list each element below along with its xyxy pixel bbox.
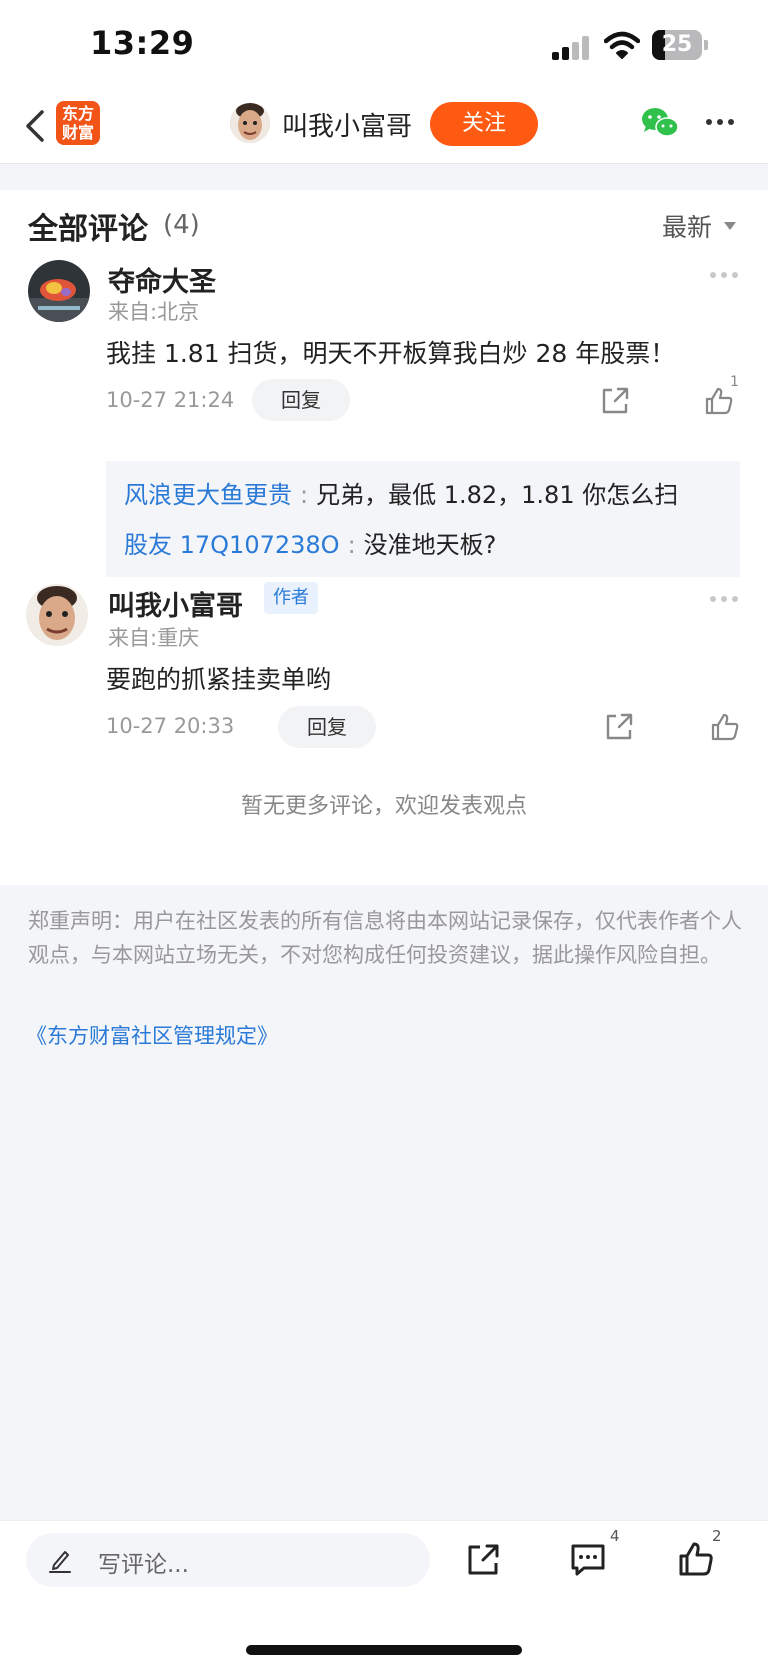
comments-count: (4)	[163, 210, 200, 240]
like-icon[interactable]	[704, 386, 734, 416]
reply-item: 风浪更大鱼更贵: 兄弟，最低 1.82，1.81 你怎么扫	[124, 475, 678, 510]
comment-time: 10-27 20:33	[106, 714, 235, 738]
comment-placeholder: 写评论...	[98, 1552, 189, 1578]
comment-location: 来自:重庆	[108, 626, 200, 650]
comment-text: 我挂 1.81 扫货，明天不开板算我白炒 28 年股票！	[106, 339, 676, 368]
status-bar: 13:29 25	[0, 0, 768, 88]
like-icon[interactable]	[710, 712, 740, 742]
avatar[interactable]	[230, 103, 270, 143]
avatar-face-icon	[230, 103, 270, 143]
like-icon[interactable]	[678, 1541, 714, 1577]
like-count: 1	[730, 374, 739, 390]
reply-item: 股友 17Q107238O: 没准地天板?	[124, 525, 496, 560]
reply-button[interactable]: 回复	[252, 379, 350, 421]
avatar-image-icon	[28, 260, 90, 322]
logo-text-1: 东方	[61, 104, 94, 123]
reply-username[interactable]: 风浪更大鱼更贵	[124, 481, 292, 509]
logo-text-2: 财富	[61, 123, 94, 142]
battery-level: 25	[661, 32, 693, 57]
battery-icon: 25	[652, 30, 708, 60]
chevron-down-icon[interactable]	[724, 222, 736, 230]
follow-button[interactable]: 关注	[430, 102, 538, 146]
share-icon[interactable]	[604, 712, 634, 742]
reply-username[interactable]: 股友 17Q107238O	[124, 531, 340, 559]
comments-panel: 全部评论 (4) 最新 夺命大圣 来自:北京 我挂 1.81 扫货，明天不开板算…	[0, 190, 768, 885]
pencil-icon	[49, 1551, 71, 1573]
replies-box[interactable]: 风浪更大鱼更贵: 兄弟，最低 1.82，1.81 你怎么扫 股友 17Q10723…	[106, 461, 740, 577]
nav-username[interactable]: 叫我小富哥	[282, 106, 412, 143]
more-icon[interactable]	[706, 119, 736, 127]
avatar[interactable]	[28, 260, 90, 322]
comment-username[interactable]: 夺命大圣	[108, 260, 216, 299]
home-indicator[interactable]	[246, 1645, 522, 1655]
comment-username[interactable]: 叫我小富哥	[108, 584, 243, 623]
avatar[interactable]	[26, 584, 88, 646]
share-icon[interactable]	[466, 1543, 500, 1577]
like-count: 2	[712, 1527, 722, 1545]
comment-input[interactable]: 写评论...	[26, 1533, 430, 1587]
signal-icon	[552, 36, 592, 60]
comments-title: 全部评论	[28, 212, 148, 247]
bottom-bar: 写评论... 4 2	[0, 1520, 768, 1662]
no-more-comments: 暂无更多评论，欢迎发表观点	[240, 794, 527, 819]
disclaimer-text: 郑重声明：用户在社区发表的所有信息将由本网站记录保存，仅代表作者个人观点，与本网…	[28, 909, 742, 967]
logo-icon[interactable]: 东方 财富	[56, 101, 100, 145]
sort-dropdown[interactable]: 最新	[662, 208, 712, 244]
reply-separator: :	[347, 531, 356, 559]
avatar-face-icon	[26, 584, 88, 646]
reply-text: 没准地天板?	[363, 531, 497, 559]
comment-count: 4	[610, 1527, 620, 1545]
share-icon[interactable]	[600, 386, 630, 416]
comment-more-icon[interactable]	[710, 272, 740, 278]
top-nav: 东方 财富 叫我小富哥 关注	[0, 88, 768, 164]
comment-location: 来自:北京	[108, 300, 200, 324]
community-rules-link[interactable]: 《东方财富社区管理规定》	[26, 1020, 278, 1050]
comment-text: 要跑的抓紧挂卖单哟	[106, 665, 332, 694]
comment-icon[interactable]	[570, 1543, 606, 1577]
reply-text: 兄弟，最低 1.82，1.81 你怎么扫	[316, 481, 679, 509]
author-badge: 作者	[264, 582, 318, 614]
comment-time: 10-27 21:24	[106, 388, 235, 412]
wechat-icon[interactable]	[640, 106, 680, 140]
comment-more-icon[interactable]	[710, 596, 740, 602]
wifi-icon	[604, 31, 640, 59]
reply-separator: :	[300, 481, 309, 509]
status-time: 13:29	[90, 24, 195, 62]
reply-button[interactable]: 回复	[278, 706, 376, 748]
back-icon[interactable]	[22, 106, 52, 146]
